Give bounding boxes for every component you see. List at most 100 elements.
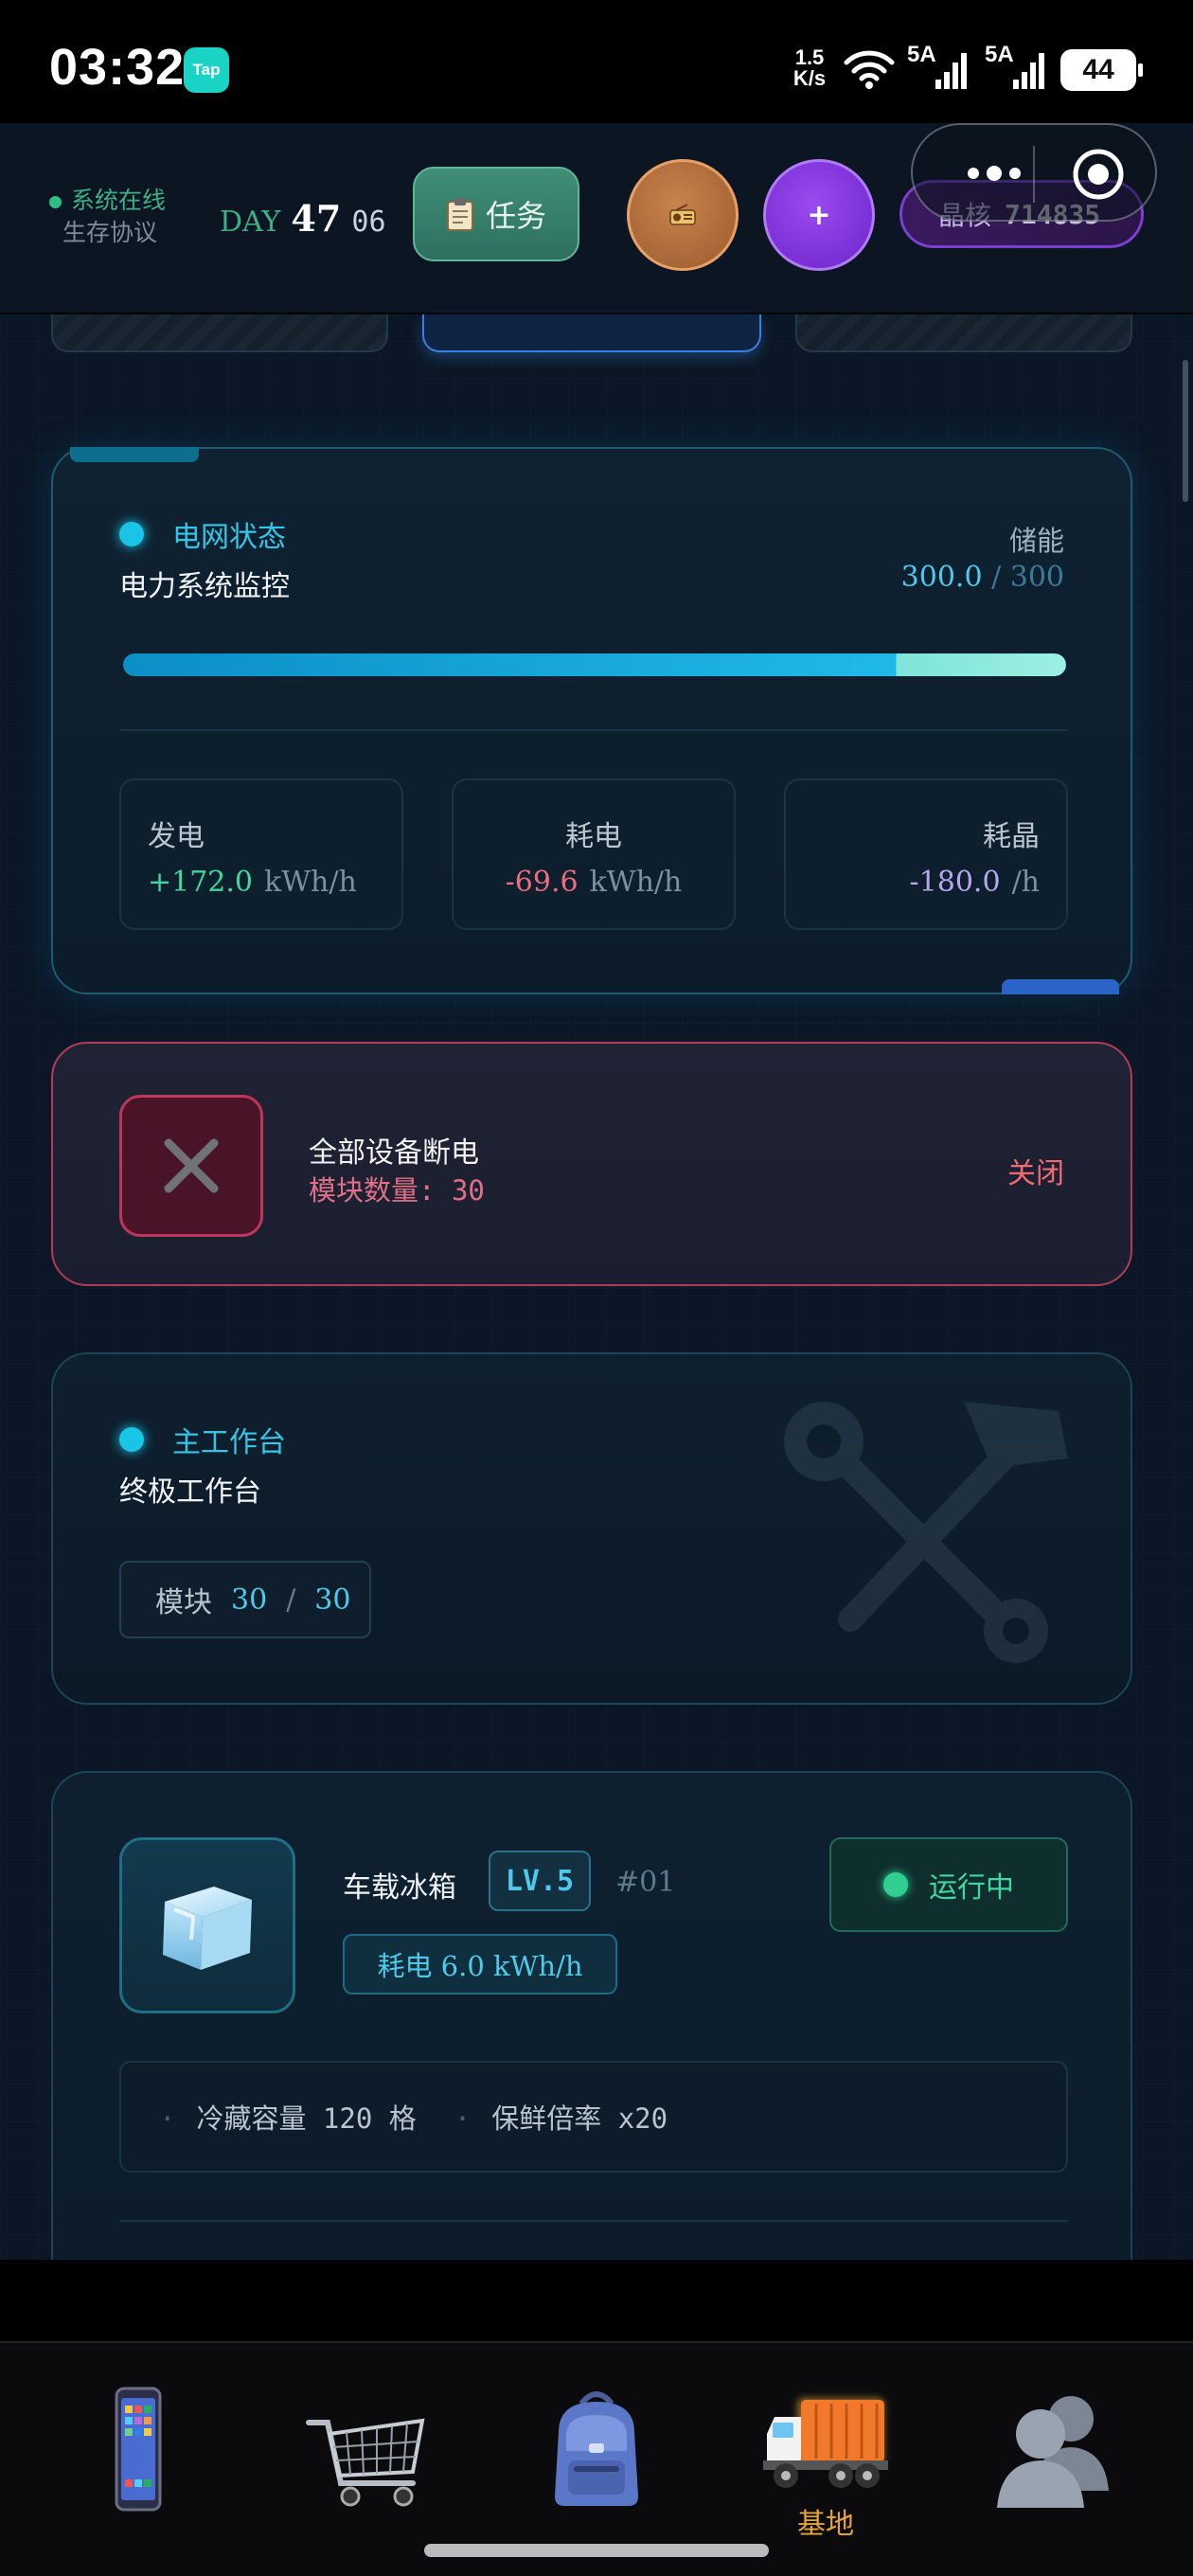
running-dot-icon [883,1872,908,1897]
storage-value: 300.0 / 300 [901,561,1064,594]
home-indicator[interactable] [424,2544,769,2557]
nav-item-profile[interactable] [935,2343,1174,2576]
miniprogram-capsule [911,123,1157,222]
scrollbar[interactable] [1183,360,1188,502]
day-label: DAY [220,206,281,239]
battery-level: 44 [1082,54,1114,85]
storage-label: 储能 [1008,525,1064,557]
storage-progress-fill [123,653,1066,676]
crystal-use-value-row: -180.0/h [910,866,1040,899]
module-id: #01 [615,1866,676,1899]
clipboard-icon [446,198,473,231]
day-counter: DAY 47 06 [220,197,386,240]
hammer-wrench-icon [784,1402,1068,1663]
power-off-card[interactable]: 全部设备断电 模块数量: 30 关闭 [51,1042,1132,1286]
signal-bars-icon [1013,53,1044,89]
power-consumption-badge: 耗电 6.0 kWh/h [343,1934,617,1995]
consumption-value-row: -69.6 kWh/h [454,866,734,899]
consumption-stat: 耗电 -69.6 kWh/h [452,778,736,930]
module-count-row: 模块数量: 30 [309,1169,485,1208]
nav-item-phone[interactable] [19,2343,258,2576]
module-count-chip: 模块 30 / 30 [119,1561,371,1638]
power-off-toggle[interactable] [119,1095,263,1237]
module-count-value: 30 [451,1174,485,1207]
generation-label: 发电 [148,820,205,853]
add-button[interactable]: + [763,159,875,271]
storage-current: 300.0 [900,561,983,594]
module-current: 30 [231,1583,268,1617]
card-corner-accent [1002,979,1119,994]
crystal-use-unit: /h [1011,866,1040,899]
nav-item-base[interactable]: 基地 [706,2343,945,2576]
tab-left[interactable] [51,314,388,352]
battery-icon: 44 [1060,49,1143,91]
capsule-separator [1033,146,1035,203]
users-icon [997,2396,1109,2508]
grid-header: 电网状态 [119,513,286,555]
workbench-card[interactable]: 主工作台 终极工作台 模块 30 / 30 [51,1352,1132,1705]
tap-app-icon: Tap [184,47,229,93]
online-label: 系统在线 [71,187,167,214]
shopping-cart-icon [306,2418,425,2507]
module-separator: / [286,1583,296,1617]
module-label: 模块 [155,1586,212,1619]
running-status-label: 运行中 [929,1871,1014,1905]
spec-freshness: 保鲜倍率 x20 [454,2097,668,2137]
generation-unit: kWh/h [264,866,357,899]
radio-icon [669,204,696,225]
close-miniprogram-icon[interactable] [1070,146,1127,203]
task-button[interactable]: 任务 [413,167,579,261]
tab-right[interactable] [795,314,1132,352]
fridge-module-card[interactable]: 车载冰箱 LV.5 #01 耗电 6.0 kWh/h 运行中 冷藏容量 120 … [51,1771,1132,2263]
nav-item-backpack[interactable] [477,2343,716,2576]
crystal-use-stat: 耗晶 -180.0/h [784,778,1068,930]
status-dot-icon [119,522,144,546]
tab-active[interactable] [422,314,761,352]
nav-item-shop[interactable] [248,2343,487,2576]
storage-progress-bar [123,653,1066,676]
generation-value-row: +172.0 kWh/h [148,866,357,899]
generation-stat: 发电 +172.0 kWh/h [119,778,403,930]
spec-capacity: 冷藏容量 120 格 [159,2097,416,2137]
module-max: 30 [314,1583,351,1617]
power-off-title: 全部设备断电 [309,1136,479,1170]
consumption-value: -69.6 [505,866,579,899]
grid-title: 电网状态 [172,521,286,554]
radio-button[interactable] [627,159,739,271]
grid-subtitle: 电力系统监控 [119,570,290,603]
module-name: 车载冰箱 [343,1871,456,1905]
day-number: 47 [291,197,342,240]
close-x-icon [164,1138,219,1193]
truck-icon [763,2398,888,2488]
running-status-toggle[interactable]: 运行中 [829,1837,1068,1932]
module-count-label: 模块数量: [309,1174,436,1207]
more-icon[interactable] [966,159,1023,188]
crystal-use-value: -180.0 [909,866,1001,899]
ice-cube-icon-box [119,1837,295,2013]
crystal-use-label: 耗晶 [983,820,1040,853]
phone-icon [115,2387,162,2512]
consumption-unit: kWh/h [589,866,683,899]
day-sub: 06 [351,206,386,239]
wifi-icon [844,50,895,89]
signal-bars-icon [935,53,967,89]
storage-max: / 300 [991,561,1064,594]
protocol-label: 生存协议 [62,219,158,246]
power-off-close-button[interactable]: 关闭 [1007,1150,1064,1191]
status-dot-icon [119,1427,144,1452]
online-dot-icon [49,196,62,208]
plus-icon: + [807,198,831,232]
network-speed-value: 1.5 [794,45,825,69]
power-grid-card: 电网状态 电力系统监控 储能 300.0 / 300 发电 +172.0 kWh/… [51,447,1132,994]
workbench-title: 主工作台 [172,1426,286,1459]
consumption-label: 耗电 [565,820,622,853]
workbench-subtitle: 终极工作台 [119,1476,261,1509]
backpack-icon [555,2391,638,2506]
bottom-navigation: 基地 [0,2341,1193,2576]
status-bar: 03:32 Tap 1.5 K/s 5A 5A 44 [0,0,1193,123]
module-specs: 冷藏容量 120 格 保鲜倍率 x20 [119,2061,1068,2173]
network-speed-unit: K/s [792,66,827,90]
system-online-status: 系统在线 [49,182,166,216]
level-badge: LV.5 [489,1851,591,1911]
workbench-header: 主工作台 [119,1419,286,1460]
